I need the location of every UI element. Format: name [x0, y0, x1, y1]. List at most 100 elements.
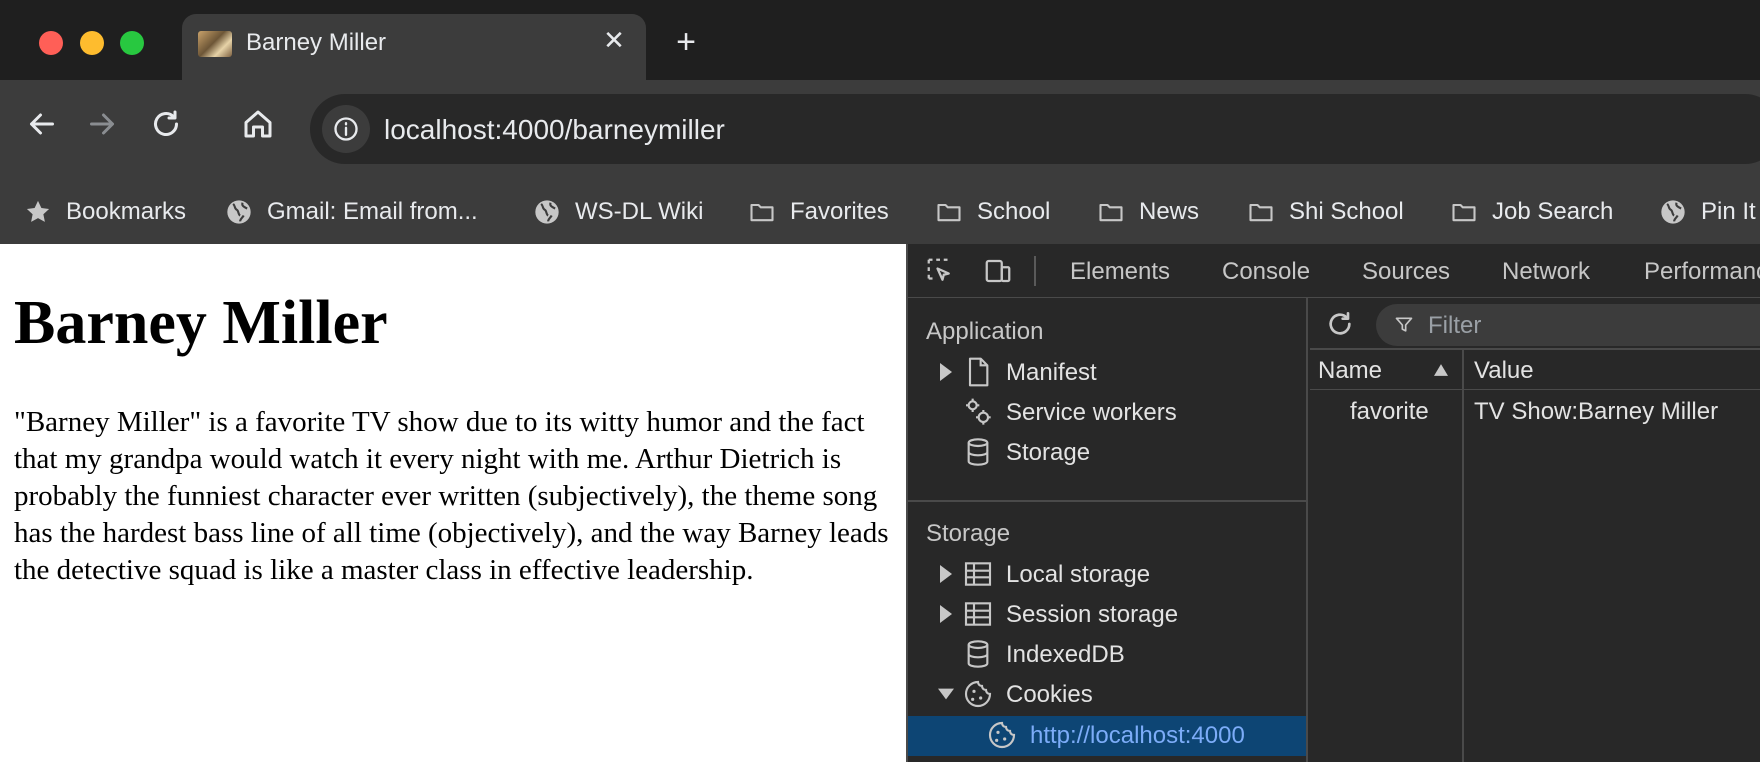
url-text[interactable]: localhost:4000/barneymiller: [384, 114, 725, 146]
expand-arrow-icon[interactable]: [938, 565, 954, 583]
device-toolbar-icon[interactable]: [982, 256, 1014, 286]
url-host: localhost: [384, 114, 495, 145]
site-info-button[interactable]: [322, 105, 370, 153]
browser-toolbar: localhost:4000/barneymiller: [0, 80, 1760, 180]
bookmark-label: Pin It: [1701, 198, 1756, 225]
folder-icon: [750, 203, 774, 222]
sort-ascending-icon: [1434, 364, 1448, 376]
cookie-name-cell[interactable]: favorite: [1350, 398, 1429, 426]
sidebar-item-cookies[interactable]: Cookies: [908, 675, 1306, 715]
column-header-name[interactable]: Name: [1318, 357, 1382, 385]
bookmark-bookmarks[interactable]: Bookmarks: [24, 180, 186, 244]
bookmark-folder-school[interactable]: School: [935, 180, 1050, 244]
arrow-left-icon: [30, 113, 54, 135]
home-icon: [244, 110, 272, 138]
filter-placeholder: Filter: [1428, 312, 1482, 339]
folder-icon: [1452, 203, 1476, 222]
tab-title: Barney Miller: [246, 29, 387, 56]
sidebar-item-label: Local storage: [1006, 561, 1151, 588]
star-icon: [26, 200, 50, 222]
bookmark-label: Job Search: [1492, 198, 1614, 225]
sidebar-item-session-storage[interactable]: Session storage: [908, 595, 1306, 635]
sidebar-item-local-storage[interactable]: Local storage: [908, 555, 1306, 595]
bookmarks-bar: Bookmarks Gmail: Email from... WS-DL Wik…: [0, 180, 1760, 244]
bookmark-folder-job-search[interactable]: Job Search: [1450, 180, 1613, 244]
tab-performance[interactable]: Performance: [1644, 258, 1760, 286]
close-window-button[interactable]: [39, 31, 63, 55]
devtools-tab-bar: Elements Console Sources Network Perform…: [908, 244, 1760, 298]
tab-strip: Barney Miller ✕ +: [0, 0, 1760, 80]
gears-icon: [966, 398, 991, 425]
folder-icon: [1099, 203, 1123, 222]
new-tab-button[interactable]: +: [668, 24, 704, 60]
sidebar-item-cookie-origin[interactable]: http://localhost:4000: [908, 716, 1306, 756]
forward-button[interactable]: [84, 106, 120, 142]
sidebar-item-label: Manifest: [1006, 359, 1097, 386]
expand-arrow-icon[interactable]: [938, 605, 954, 623]
sidebar-item-indexeddb[interactable]: IndexedDB: [908, 635, 1306, 675]
refresh-icon[interactable]: [1324, 308, 1356, 340]
tab-sources[interactable]: Sources: [1362, 258, 1450, 286]
url-path: :4000/barneymiller: [494, 114, 725, 145]
cookie-value-cell[interactable]: TV Show:Barney Miller: [1474, 398, 1718, 426]
sidebar-item-label: Session storage: [1006, 601, 1179, 628]
page-paragraph: "Barney Miller" is a favorite TV show du…: [14, 406, 889, 586]
application-section-header: Application: [926, 318, 1044, 345]
bookmark-folder-news[interactable]: News: [1097, 180, 1199, 244]
column-divider[interactable]: [1462, 350, 1464, 762]
expand-arrow-icon[interactable]: [938, 363, 954, 381]
bookmark-pin-it[interactable]: Pin It: [1659, 180, 1756, 244]
bookmark-gmail[interactable]: Gmail: Email from...: [225, 180, 478, 244]
sidebar-item-label: Cookies: [1006, 681, 1093, 708]
database-icon: [967, 640, 989, 668]
back-button[interactable]: [24, 106, 60, 142]
storage-section-header: Storage: [926, 520, 1011, 547]
table-icon: [964, 562, 992, 586]
document-icon: [968, 357, 989, 387]
address-bar[interactable]: localhost:4000/barneymiller: [310, 94, 1760, 164]
bookmark-label: News: [1139, 198, 1200, 225]
reload-button[interactable]: [148, 106, 184, 142]
sidebar-item-label: Service workers: [1006, 399, 1177, 426]
globe-icon: [1661, 200, 1685, 224]
bookmark-label: Gmail: Email from...: [267, 198, 478, 225]
page-heading: Barney Miller: [14, 289, 388, 357]
folder-icon: [937, 203, 961, 222]
filter-icon: [1395, 317, 1413, 332]
tab-close-icon[interactable]: ✕: [600, 26, 628, 54]
bookmark-ws-dl-wiki[interactable]: WS-DL Wiki: [533, 180, 703, 244]
bookmark-label: Shi School: [1289, 198, 1404, 225]
bookmark-label: Favorites: [790, 198, 889, 225]
column-header-value[interactable]: Value: [1474, 357, 1534, 385]
filter-input[interactable]: Filter: [1376, 304, 1760, 346]
table-header: Name Value: [1310, 350, 1760, 390]
page-viewport: Barney Miller "Barney Miller" is a favor…: [0, 244, 906, 762]
arrow-right-icon: [90, 113, 114, 135]
sidebar-item-label: http://localhost:4000: [1030, 722, 1245, 749]
zoom-window-button[interactable]: [120, 31, 144, 55]
sidebar-item-storage[interactable]: Storage: [908, 433, 1306, 473]
tab-console[interactable]: Console: [1222, 258, 1310, 286]
bookmark-label: Bookmarks: [66, 198, 187, 225]
cookies-toolbar: Filter: [1310, 298, 1760, 350]
bookmark-label: School: [977, 198, 1051, 225]
minimize-window-button[interactable]: [80, 31, 104, 55]
folder-icon: [1249, 203, 1273, 222]
reload-icon: [154, 110, 178, 136]
browser-tab[interactable]: Barney Miller ✕: [182, 14, 646, 80]
info-icon: [334, 117, 358, 141]
inspect-element-icon[interactable]: [924, 256, 956, 286]
toolbar-divider: [1034, 256, 1036, 286]
table-icon: [964, 602, 992, 626]
tab-elements[interactable]: Elements: [1070, 258, 1170, 286]
devtools-panel: Elements Console Sources Network Perform…: [906, 244, 1760, 762]
bookmark-folder-shi-school[interactable]: Shi School: [1247, 180, 1404, 244]
tab-network[interactable]: Network: [1502, 258, 1590, 286]
sidebar-item-service-workers[interactable]: Service workers: [908, 393, 1306, 433]
sidebar-item-manifest[interactable]: Manifest: [908, 353, 1306, 393]
bookmark-folder-favorites[interactable]: Favorites: [748, 180, 889, 244]
database-icon: [967, 438, 989, 466]
collapse-arrow-icon[interactable]: [938, 685, 954, 703]
home-button[interactable]: [240, 106, 276, 142]
globe-icon: [227, 200, 251, 224]
